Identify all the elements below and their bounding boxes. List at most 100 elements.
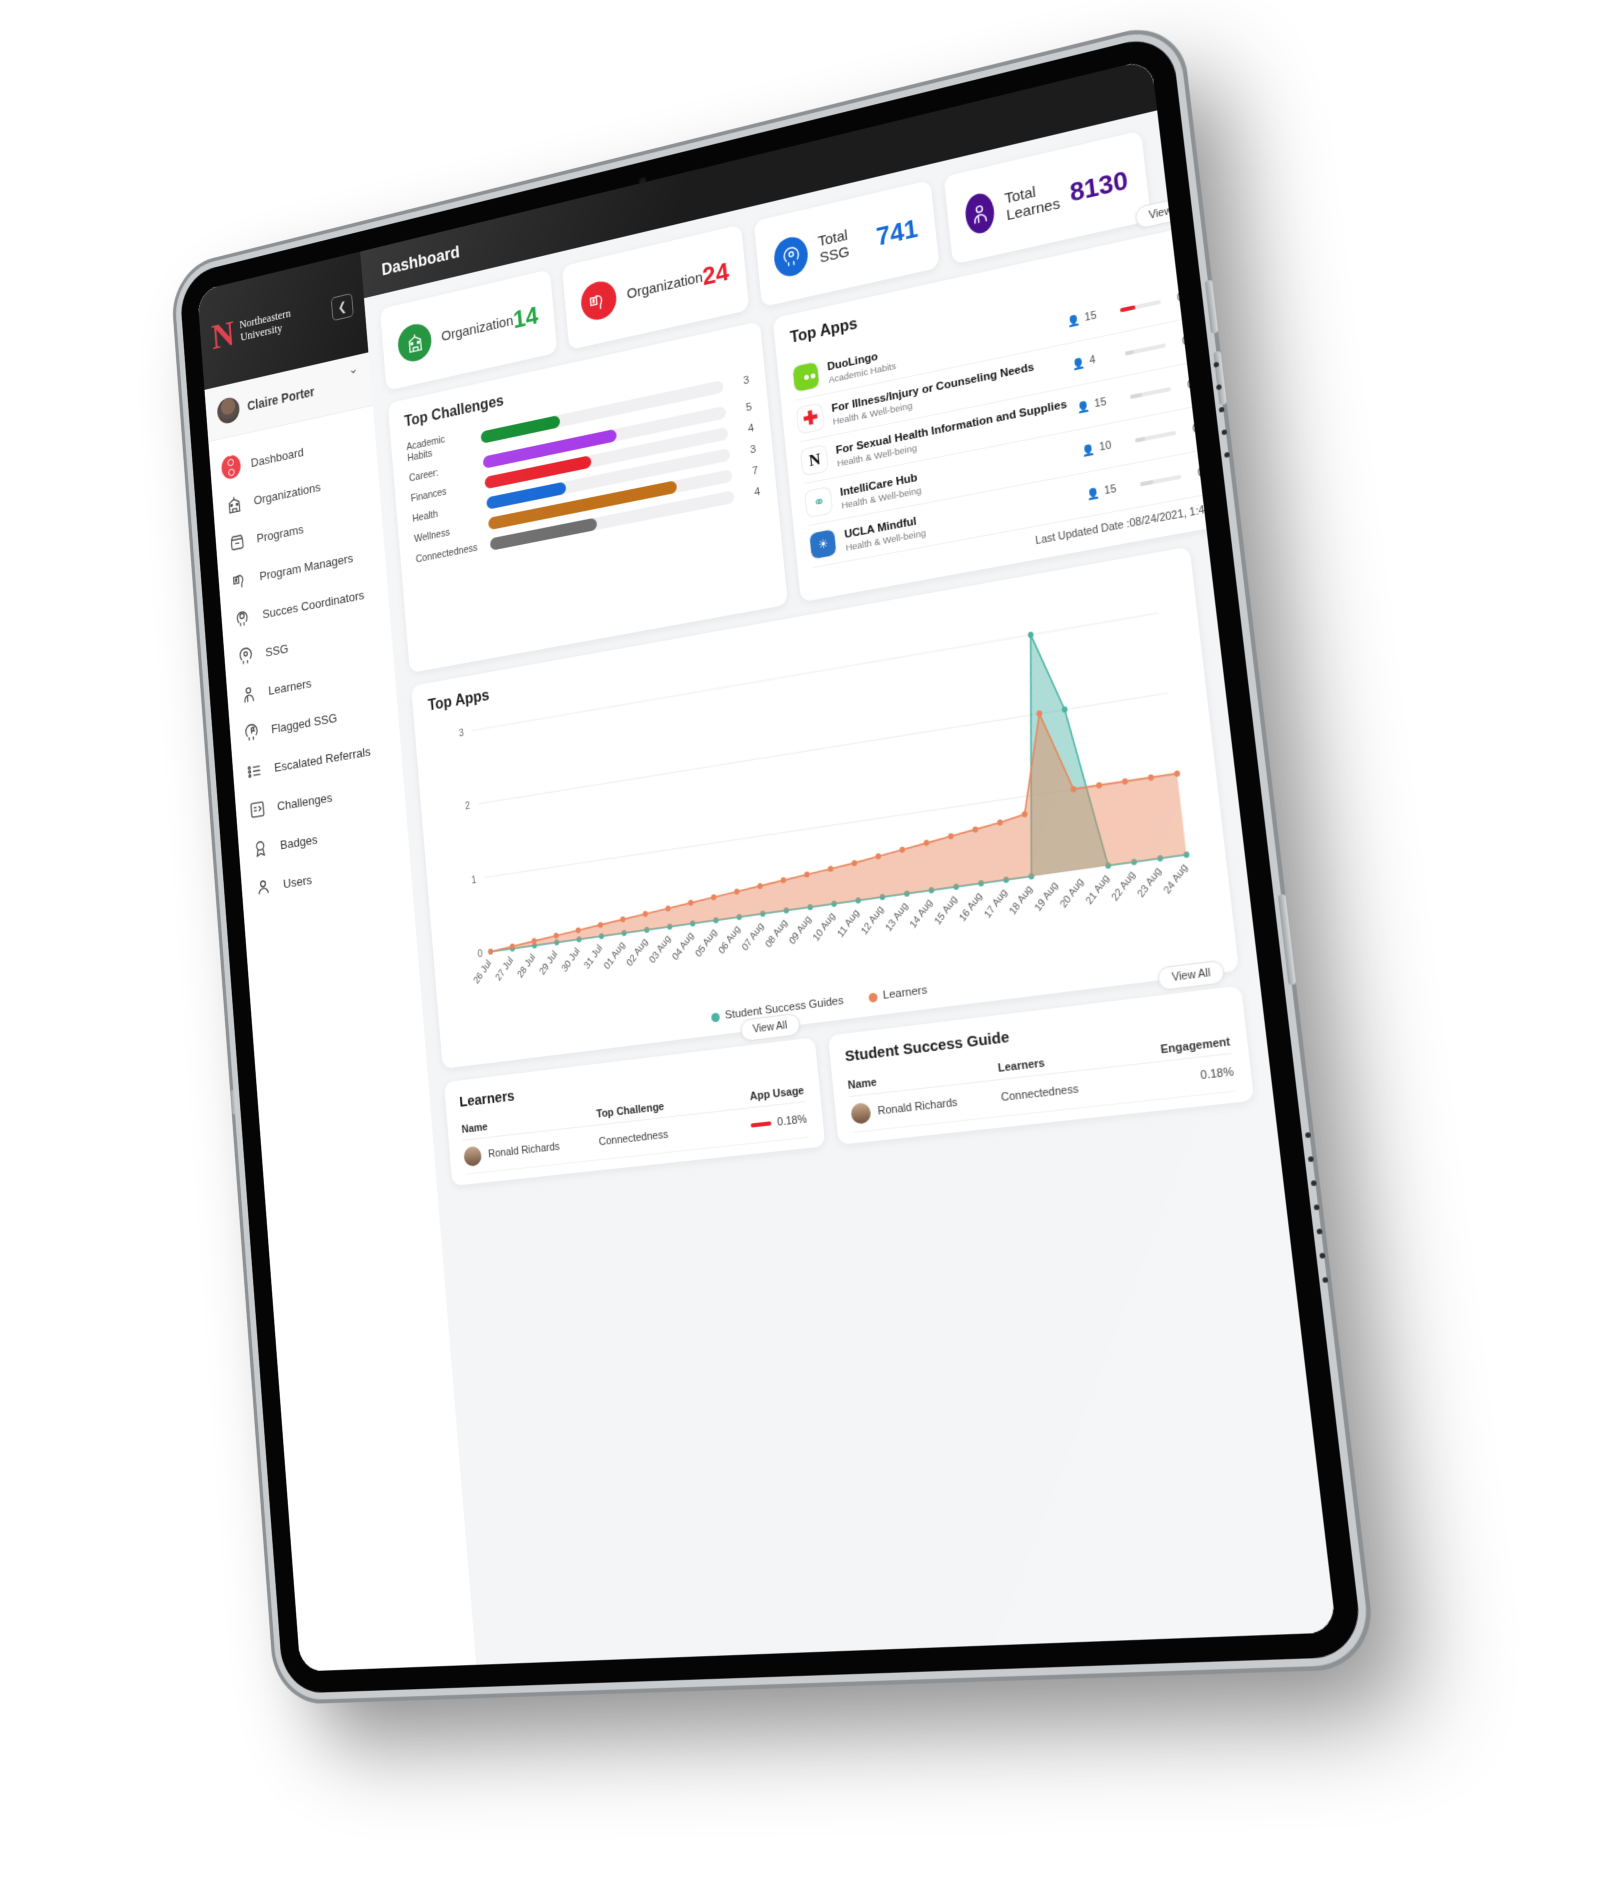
svg-text:27 Jul: 27 Jul (494, 955, 516, 983)
challenge-value: 7 (751, 464, 759, 478)
avatar (849, 1102, 872, 1125)
sidebar-item-label: Dashboard (250, 444, 305, 470)
svg-text:15 Aug: 15 Aug (933, 894, 960, 928)
stat-card-total-learnes-3[interactable]: Total Learnes 8130 (943, 130, 1152, 265)
app-percent: 0.18% (1186, 373, 1220, 392)
speaker-hole (1322, 1276, 1329, 1283)
sidebar-item-label: Badges (279, 831, 318, 852)
ssg-engagement: 0.18% (1199, 1065, 1235, 1083)
svg-text:08 Aug: 08 Aug (764, 917, 790, 950)
challenge-label: Finances (410, 485, 447, 505)
ssg-learners: Connectedness (1000, 1083, 1080, 1105)
ssg-table-title: Student Success Guide (844, 1028, 1011, 1066)
ssg-table-header: Name Learners Engagement (846, 1031, 1232, 1098)
table-row[interactable]: Ronald Richards Connectedness 0.18% (849, 1053, 1236, 1133)
top-apps-view-all-button[interactable]: View All (1134, 193, 1201, 230)
ssg-view-all-button[interactable]: View All (1157, 959, 1226, 992)
volume-down-button[interactable] (1213, 350, 1227, 406)
svg-text:26 Jul: 26 Jul (472, 958, 494, 986)
speaker-hole (1313, 1204, 1320, 1211)
ssg-name: Ronald Richards (877, 1096, 959, 1118)
tablet-device: N Northeastern University ❮ Claire Porte… (0, 0, 1605, 1884)
sidebar-item-label: Users (282, 872, 313, 891)
svg-text:1: 1 (471, 874, 477, 886)
challenge-value: 5 (745, 400, 753, 414)
legend-item[interactable]: Student Success Guides (710, 995, 844, 1024)
svg-text:14 Aug: 14 Aug (908, 897, 935, 931)
top-app-row[interactable]: ⚭ IntelliCare Hub Health & Well-being 👤 10 0.… (804, 401, 1227, 526)
sidebar-item-label: Organizations (253, 479, 322, 508)
app-category: Health & Well-being (836, 442, 918, 470)
speaker-hole (1224, 451, 1230, 458)
coordinator-head-icon (232, 605, 253, 630)
building-icon (396, 320, 433, 365)
top-app-row[interactable]: DuoLingo Academic Habits 👤 15 0.18% (792, 270, 1211, 401)
challenge-label: Health (412, 508, 439, 525)
learners-view-all-button[interactable]: View All (739, 1012, 801, 1043)
svg-text:13 Aug: 13 Aug (884, 900, 911, 934)
archive-box-icon (226, 529, 247, 554)
app-count: 15 (1093, 395, 1108, 411)
app-name: UCLA Mindful (843, 515, 918, 542)
stat-value: 8130 (1068, 164, 1130, 208)
sidebar-item-label: Program Managers (258, 550, 354, 583)
app-count: 4 (1088, 353, 1097, 367)
challenge-bar-fill (480, 414, 561, 444)
top-app-row[interactable]: N For Sexual Health Information and Suppl… (800, 357, 1222, 485)
dashboard-content: Organization 14 Organization 24 Total SSG 741… (364, 110, 1337, 1664)
dashboard-dots-icon (220, 448, 242, 486)
app-count: 15 (1103, 482, 1117, 498)
speaker-hole (1310, 1180, 1317, 1187)
top-app-row[interactable]: ✚ For IIlness/Injury or Counseling Needs H… (796, 314, 1216, 443)
challenge-value: 3 (749, 443, 757, 456)
list-icon (244, 758, 265, 783)
power-button[interactable] (1277, 894, 1297, 986)
stat-value: 24 (701, 256, 731, 291)
top-apps-card: View All Top Apps DuoLingo Academic Habit… (773, 193, 1253, 603)
sidebar-item-label: Programs (256, 521, 305, 545)
speaker-hole (1304, 1132, 1312, 1139)
stat-value: 741 (874, 212, 920, 252)
volume-up-button[interactable] (1204, 279, 1219, 334)
people-icon: 👤 (1081, 442, 1097, 458)
learner-person-icon (963, 190, 996, 237)
challenge-label: Academic Habits (406, 433, 446, 465)
legend-label: Learners (882, 984, 928, 1003)
column-engagement: Engagement (1159, 1035, 1231, 1057)
avatar (463, 1145, 483, 1167)
svg-text:18 Aug: 18 Aug (1008, 883, 1036, 917)
svg-text:10 Aug: 10 Aug (811, 911, 837, 944)
svg-text:20 Aug: 20 Aug (1058, 876, 1086, 911)
sidebar-item-label: Learners (267, 675, 312, 698)
sidebar-collapse-button[interactable]: ❮ (330, 292, 354, 322)
northeastern-icon: N (801, 445, 829, 476)
chevron-down-icon[interactable]: ⌄ (348, 360, 359, 378)
app-category: Academic Habits (828, 361, 897, 386)
app-category: Health & Well-being (840, 485, 922, 512)
svg-text:2: 2 (465, 801, 471, 813)
left-port (230, 1089, 238, 1115)
svg-text:31 Jul: 31 Jul (582, 943, 604, 972)
top-app-row[interactable]: ☀ UCLA Mindful Health & Well-being 👤 15 0.18% (809, 446, 1232, 568)
stat-card-total-ssg-2[interactable]: Total SSG 741 (753, 180, 940, 308)
column-learners: Learners (997, 1057, 1046, 1075)
people-icon: 👤 (1067, 313, 1082, 329)
legend-item[interactable]: Learners (868, 984, 928, 1004)
app-percent: 0.18% (1191, 417, 1225, 436)
red-cross-icon: ✚ (797, 403, 825, 434)
main-area: Dashboard Organization 14 Organization 24 To… (360, 58, 1337, 1665)
app-name: For IIlness/Injury or Counseling Needs (830, 361, 1035, 416)
svg-text:3: 3 (459, 728, 465, 740)
app-usage-bar (1124, 343, 1166, 356)
stat-value: 14 (511, 300, 540, 334)
stat-label: Total Learnes (1003, 183, 1061, 225)
manager-head-icon (579, 277, 618, 324)
svg-text:28 Jul: 28 Jul (516, 952, 538, 980)
svg-text:0: 0 (477, 948, 483, 960)
speaker-hole (1307, 1156, 1314, 1163)
app-percent: 0.18% (1181, 329, 1214, 348)
people-icon: 👤 (1071, 356, 1087, 372)
logo-letter: N (210, 312, 236, 358)
learner-name: Ronald Richards (487, 1140, 561, 1161)
svg-text:02 Aug: 02 Aug (625, 936, 650, 969)
